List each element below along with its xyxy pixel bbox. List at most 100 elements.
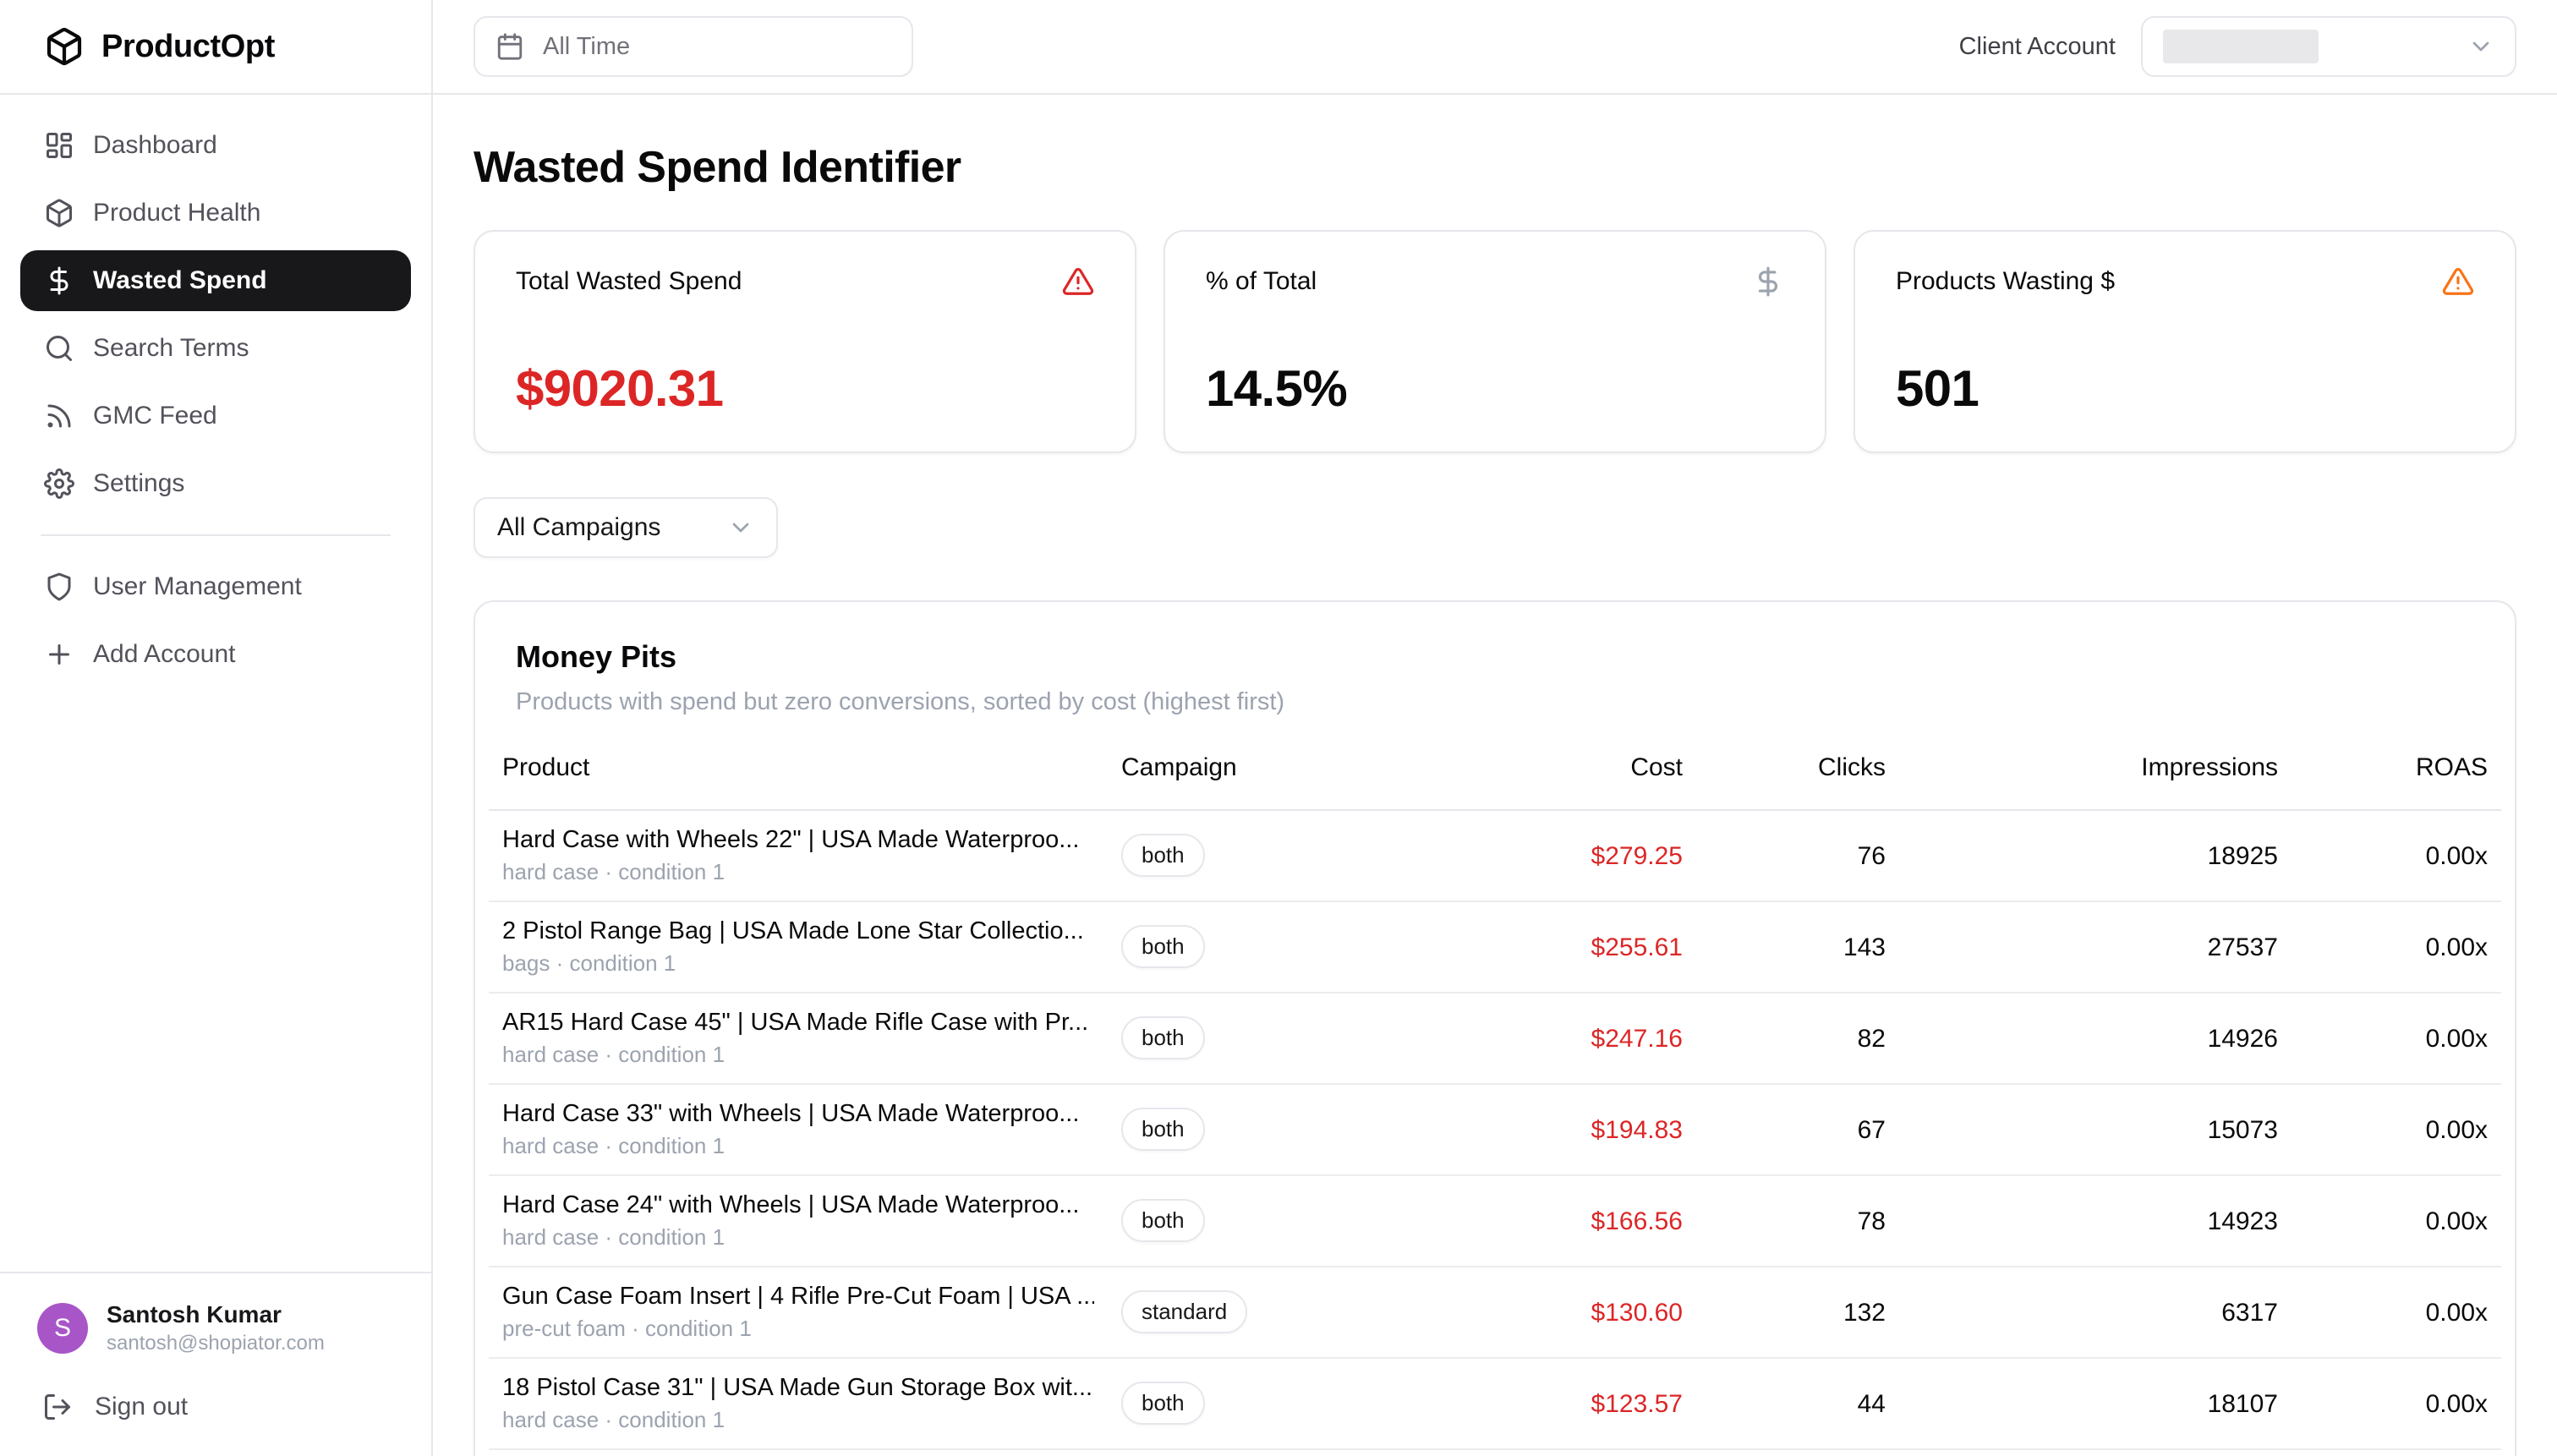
sidebar-item-user-management[interactable]: User Management: [20, 556, 411, 617]
sidebar-footer: S Santosh Kumar santosh@shopiator.com Si…: [0, 1272, 431, 1456]
sidebar-item-label: Dashboard: [93, 131, 217, 160]
layout-dashboard-icon: [44, 130, 74, 161]
product-meta: hard case · condition 1: [502, 1406, 1094, 1433]
sidebar-item-label: Add Account: [93, 640, 235, 669]
money-pits-card: Money Pits Products with spend but zero …: [474, 600, 2516, 1456]
product-meta: pre-cut foam · condition 1: [502, 1315, 1094, 1342]
impressions-cell: 18925: [2208, 842, 2278, 870]
product-meta: hard case · condition 1: [502, 1223, 1094, 1251]
roas-cell: 0.00x: [2426, 933, 2488, 961]
date-range-picker[interactable]: All Time: [474, 16, 913, 77]
app-title: ProductOpt: [101, 29, 275, 65]
package-icon: [44, 198, 74, 228]
plus-icon: [44, 639, 74, 670]
impressions-cell: 14926: [2208, 1025, 2278, 1053]
clicks-cell: 82: [1858, 1025, 1886, 1053]
dollar-sign-icon: [1752, 265, 1784, 298]
impressions-cell: 15073: [2208, 1116, 2278, 1144]
clicks-cell: 132: [1843, 1299, 1886, 1327]
clicks-cell: 76: [1858, 842, 1886, 870]
column-header-cost: Cost: [1378, 740, 1696, 810]
roas-cell: 0.00x: [2426, 842, 2488, 870]
sidebar-item-wasted-spend[interactable]: Wasted Spend: [20, 250, 411, 311]
sidebar-item-label: Search Terms: [93, 334, 249, 363]
rss-icon: [44, 401, 74, 431]
sidebar: ProductOpt Dashboard Product Health Wast…: [0, 0, 433, 1456]
sidebar-item-label: User Management: [93, 572, 302, 601]
metric-value: 14.5%: [1206, 359, 1784, 418]
client-account-control: Client Account: [1959, 16, 2516, 77]
column-header-clicks: Clicks: [1696, 740, 1899, 810]
product-meta: hard case · condition 1: [502, 858, 1094, 885]
campaign-badge: both: [1121, 1199, 1205, 1242]
chevron-down-icon: [2467, 33, 2494, 60]
sidebar-item-label: Settings: [93, 469, 184, 498]
campaign-filter-select[interactable]: All Campaigns: [474, 497, 778, 558]
table-row: Gun Case Foam Insert | 4 Rifle Pre-Cut F…: [489, 1267, 2501, 1358]
product-name: Gun Case Foam Insert | 4 Rifle Pre-Cut F…: [502, 1281, 1094, 1311]
sidebar-item-search-terms[interactable]: Search Terms: [20, 318, 411, 379]
avatar: S: [37, 1303, 88, 1354]
money-pits-table: Product Campaign Cost Clicks Impressions…: [489, 740, 2501, 1450]
user-name: Santosh Kumar: [107, 1300, 325, 1329]
cost-cell: $247.16: [1591, 1025, 1683, 1053]
table-row: Hard Case with Wheels 22" | USA Made Wat…: [489, 810, 2501, 901]
metric-label: % of Total: [1206, 267, 1317, 296]
client-account-select[interactable]: [2141, 16, 2516, 77]
app-logo: ProductOpt: [0, 0, 431, 95]
table-row: Hard Case 33" with Wheels | USA Made Wat…: [489, 1084, 2501, 1175]
campaign-badge: both: [1121, 925, 1205, 968]
sidebar-item-gmc-feed[interactable]: GMC Feed: [20, 386, 411, 446]
product-meta: hard case · condition 1: [502, 1132, 1094, 1159]
log-out-icon: [42, 1392, 73, 1422]
table-row: 18 Pistol Case 31" | USA Made Gun Storag…: [489, 1358, 2501, 1449]
table-row: Hard Case 24" with Wheels | USA Made Wat…: [489, 1175, 2501, 1267]
user-profile: S Santosh Kumar santosh@shopiator.com: [27, 1297, 404, 1360]
roas-cell: 0.00x: [2426, 1390, 2488, 1418]
gear-icon: [44, 468, 74, 499]
metric-value: $9020.31: [516, 359, 1094, 418]
clicks-cell: 143: [1843, 933, 1886, 961]
impressions-cell: 27537: [2208, 933, 2278, 961]
column-header-impressions: Impressions: [1899, 740, 2291, 810]
date-range-value: All Time: [543, 33, 630, 61]
page-content: Wasted Spend Identifier Total Wasted Spe…: [433, 95, 2557, 1456]
product-meta: bags · condition 1: [502, 950, 1094, 977]
user-info: Santosh Kumar santosh@shopiator.com: [107, 1300, 325, 1356]
campaign-badge: both: [1121, 1016, 1205, 1059]
column-header-roas: ROAS: [2291, 740, 2501, 810]
product-name: AR15 Hard Case 45" | USA Made Rifle Case…: [502, 1007, 1094, 1037]
sidebar-item-settings[interactable]: Settings: [20, 453, 411, 514]
product-name: Hard Case 33" with Wheels | USA Made Wat…: [502, 1098, 1094, 1129]
money-pits-subtitle: Products with spend but zero conversions…: [516, 688, 2474, 716]
cost-cell: $279.25: [1591, 842, 1683, 870]
metric-value: 501: [1896, 359, 2474, 418]
sidebar-item-add-account[interactable]: Add Account: [20, 624, 411, 685]
product-name: Hard Case with Wheels 22" | USA Made Wat…: [502, 824, 1094, 855]
cost-cell: $123.57: [1591, 1390, 1683, 1418]
table-row: AR15 Hard Case 45" | USA Made Rifle Case…: [489, 993, 2501, 1084]
shield-icon: [44, 572, 74, 602]
topbar: All Time Client Account: [433, 0, 2557, 95]
search-icon: [44, 333, 74, 364]
app-root: ProductOpt Dashboard Product Health Wast…: [0, 0, 2557, 1456]
metric-card-percent-of-total: % of Total 14.5%: [1164, 230, 1826, 453]
product-meta: hard case · condition 1: [502, 1041, 1094, 1068]
impressions-cell: 14923: [2208, 1207, 2278, 1235]
sign-out-button[interactable]: Sign out: [27, 1388, 404, 1426]
clicks-cell: 44: [1858, 1390, 1886, 1418]
roas-cell: 0.00x: [2426, 1207, 2488, 1235]
cost-cell: $255.61: [1591, 933, 1683, 961]
package-logo-icon: [44, 26, 85, 67]
campaign-filter-value: All Campaigns: [497, 513, 660, 542]
column-header-campaign: Campaign: [1108, 740, 1378, 810]
sidebar-item-dashboard[interactable]: Dashboard: [20, 115, 411, 176]
sidebar-item-product-health[interactable]: Product Health: [20, 183, 411, 244]
clicks-cell: 67: [1858, 1116, 1886, 1144]
roas-cell: 0.00x: [2426, 1025, 2488, 1053]
sidebar-divider: [41, 534, 391, 536]
product-name: 2 Pistol Range Bag | USA Made Lone Star …: [502, 916, 1094, 946]
metric-card-products-wasting: Products Wasting $ 501: [1853, 230, 2516, 453]
cost-cell: $130.60: [1591, 1299, 1683, 1327]
calendar-icon: [496, 32, 524, 61]
